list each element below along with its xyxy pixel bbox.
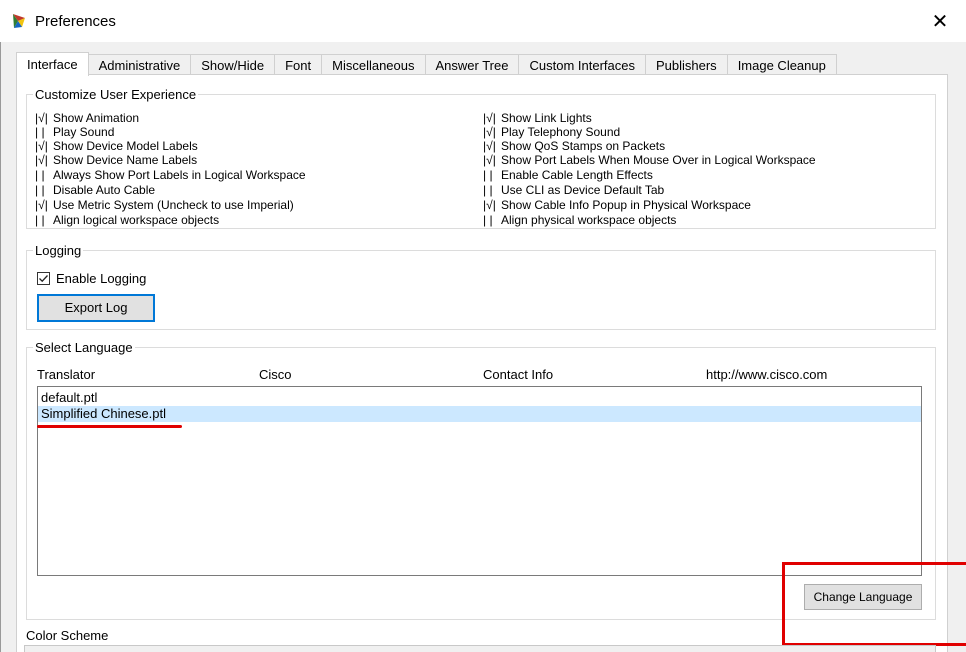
contact-info-value: http://www.cisco.com (706, 367, 828, 382)
option-label: Show Animation (53, 112, 140, 125)
option-label: Enable Cable Length Effects (501, 169, 653, 182)
color-scheme-legend: Color Scheme (26, 628, 109, 643)
option-label: Align physical workspace objects (501, 214, 677, 227)
option-mark: |√| (483, 126, 496, 139)
checkmark-icon (39, 275, 48, 283)
tab-administrative[interactable]: Administrative (87, 54, 192, 76)
close-icon[interactable]: ✕ (926, 8, 954, 36)
option-label: Disable Auto Cable (53, 184, 156, 197)
tab-image-cleanup[interactable]: Image Cleanup (726, 54, 837, 76)
option-align-logical-workspace[interactable]: | | Align logical workspace objects (35, 214, 219, 227)
tab-show-hide[interactable]: Show/Hide (190, 54, 276, 76)
annotation-box (782, 562, 966, 646)
option-show-device-model-labels[interactable]: |√| Show Device Model Labels (35, 140, 198, 153)
option-mark: | | (35, 184, 45, 197)
enable-logging-checkbox[interactable] (37, 272, 50, 285)
option-mark: | | (483, 184, 493, 197)
option-label: Show Cable Info Popup in Physical Worksp… (501, 199, 751, 212)
color-scheme-group (24, 645, 936, 652)
option-mark: | | (35, 126, 45, 139)
contact-info-label: Contact Info (483, 367, 554, 382)
export-log-button[interactable]: Export Log (37, 294, 155, 322)
language-legend: Select Language (35, 340, 133, 355)
option-label: Use Metric System (Uncheck to use Imperi… (53, 199, 294, 212)
app-icon (10, 12, 28, 30)
option-mark: |√| (35, 154, 48, 167)
option-mark: |√| (483, 154, 496, 167)
option-show-port-labels-mouse-over[interactable]: |√| Show Port Labels When Mouse Over in L… (483, 154, 816, 167)
option-mark: |√| (483, 199, 496, 212)
option-label: Always Show Port Labels in Logical Works… (53, 169, 306, 182)
option-show-animation[interactable]: |√| Show Animation (35, 112, 139, 125)
language-list[interactable]: default.ptl Simplified Chinese.ptl (37, 386, 922, 576)
annotation-underline (37, 425, 182, 428)
list-item-simplified-chinese-ptl[interactable]: Simplified Chinese.ptl (38, 406, 921, 422)
translator-value: Cisco (259, 367, 292, 382)
option-label: Show Device Model Labels (53, 140, 198, 153)
option-show-cable-info-popup[interactable]: |√| Show Cable Info Popup in Physical Wor… (483, 199, 751, 212)
option-play-telephony-sound[interactable]: |√| Play Telephony Sound (483, 126, 620, 139)
option-show-link-lights[interactable]: |√| Show Link Lights (483, 112, 592, 125)
option-enable-cable-length-effects[interactable]: | | Enable Cable Length Effects (483, 169, 653, 182)
option-mark: | | (483, 214, 493, 227)
option-mark: |√| (483, 112, 496, 125)
enable-logging-label[interactable]: Enable Logging (56, 271, 146, 286)
translator-label: Translator (37, 367, 96, 382)
logging-legend: Logging (35, 243, 82, 258)
option-mark: |√| (35, 112, 48, 125)
option-label: Use CLI as Device Default Tab (501, 184, 665, 197)
tab-publishers[interactable]: Publishers (644, 54, 728, 76)
option-label: Show Link Lights (501, 112, 592, 125)
title-bar (0, 0, 966, 42)
option-label: Play Telephony Sound (501, 126, 621, 139)
window-title: Preferences (35, 13, 116, 30)
window-border (0, 42, 1, 652)
option-label: Show Port Labels When Mouse Over in Logi… (501, 154, 816, 167)
option-show-qos-stamps[interactable]: |√| Show QoS Stamps on Packets (483, 140, 665, 153)
option-use-cli-default-tab[interactable]: | | Use CLI as Device Default Tab (483, 184, 664, 197)
customize-legend: Customize User Experience (35, 87, 197, 102)
option-mark: | | (35, 214, 45, 227)
option-label: Play Sound (53, 126, 115, 139)
option-always-show-port-labels[interactable]: | | Always Show Port Labels in Logical Wo… (35, 169, 306, 182)
tab-miscellaneous[interactable]: Miscellaneous (321, 54, 426, 76)
option-use-metric-system[interactable]: |√| Use Metric System (Uncheck to use Imp… (35, 199, 294, 212)
option-mark: | | (35, 169, 45, 182)
option-mark: |√| (35, 199, 48, 212)
list-item-default-ptl[interactable]: default.ptl (38, 390, 921, 406)
tab-font[interactable]: Font (274, 54, 323, 76)
tab-bar: Interface Administrative Show/Hide Font … (16, 52, 837, 76)
option-disable-auto-cable[interactable]: | | Disable Auto Cable (35, 184, 155, 197)
tab-answer-tree[interactable]: Answer Tree (424, 54, 520, 76)
option-mark: |√| (35, 140, 48, 153)
option-mark: | | (483, 169, 493, 182)
option-label: Show QoS Stamps on Packets (501, 140, 666, 153)
tab-custom-interfaces[interactable]: Custom Interfaces (518, 54, 646, 76)
tab-interface[interactable]: Interface (16, 52, 89, 76)
option-label: Align logical workspace objects (53, 214, 220, 227)
option-label: Show Device Name Labels (53, 154, 198, 167)
option-mark: |√| (483, 140, 496, 153)
option-play-sound[interactable]: | | Play Sound (35, 126, 114, 139)
option-align-physical-workspace[interactable]: | | Align physical workspace objects (483, 214, 676, 227)
logging-group: Logging (26, 243, 936, 330)
option-show-device-name-labels[interactable]: |√| Show Device Name Labels (35, 154, 197, 167)
